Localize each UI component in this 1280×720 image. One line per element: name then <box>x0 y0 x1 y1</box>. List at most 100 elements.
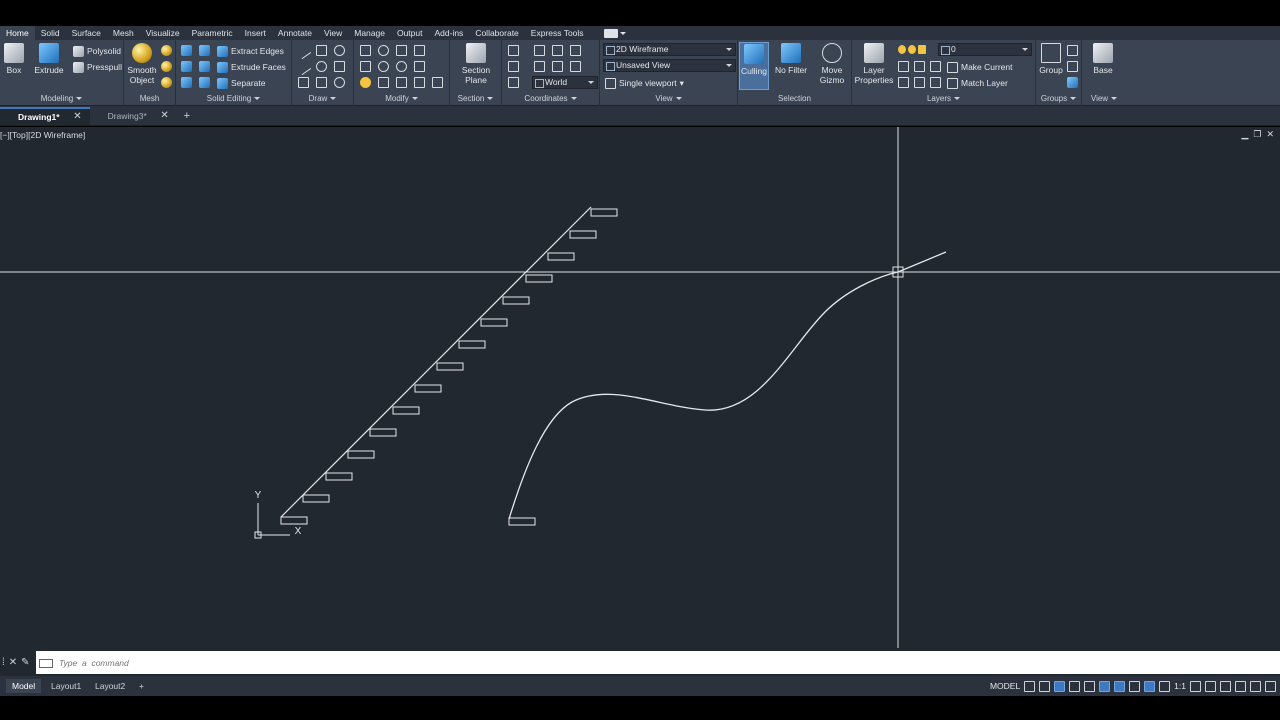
panel-label-view-base[interactable]: View <box>1082 94 1126 104</box>
polygon-icon[interactable] <box>298 77 309 88</box>
lineweight-icon[interactable] <box>1129 680 1141 692</box>
tab-output[interactable]: Output <box>391 26 429 40</box>
auto-scale-icon[interactable] <box>1159 680 1171 692</box>
rotate-icon[interactable] <box>396 61 407 72</box>
layer-isolate-icon[interactable] <box>914 61 925 72</box>
layout-tab-layout1[interactable]: Layout1 <box>45 679 87 693</box>
drawing-canvas[interactable]: Y X <box>0 127 1280 648</box>
spline-curve[interactable] <box>508 251 947 520</box>
close-icon[interactable]: ✕ <box>160 107 168 125</box>
box-button[interactable]: Box <box>3 43 25 75</box>
tab-home[interactable]: Home <box>0 26 35 40</box>
layer-lock2-icon[interactable] <box>914 77 925 88</box>
offset-icon[interactable] <box>414 77 425 88</box>
layer-off-icon[interactable] <box>898 61 909 72</box>
command-prompt-icon[interactable] <box>39 659 53 668</box>
group-edit-icon[interactable] <box>1067 61 1078 72</box>
move-gizmo-button[interactable]: Move Gizmo <box>816 43 848 85</box>
model-space-button[interactable]: MODEL <box>990 681 1020 691</box>
panel-label-groups[interactable]: Groups <box>1036 94 1081 104</box>
layer-unisolate-icon[interactable] <box>898 77 909 88</box>
polysolid-button[interactable]: Polysolid <box>73 44 121 58</box>
make-current-button[interactable]: Make Current <box>947 60 1013 74</box>
match-layer-button[interactable]: Match Layer <box>947 76 1008 90</box>
tab-insert[interactable]: Insert <box>239 26 272 40</box>
ucs-dropdown[interactable]: World <box>532 76 598 89</box>
mesh-refine-icon[interactable] <box>161 77 172 88</box>
align-icon[interactable] <box>414 45 425 56</box>
layer-on-icon[interactable] <box>898 45 906 54</box>
ucs-origin-icon[interactable] <box>534 45 545 56</box>
tab-surface[interactable]: Surface <box>66 26 107 40</box>
tab-annotate[interactable]: Annotate <box>272 26 318 40</box>
tab-mesh[interactable]: Mesh <box>107 26 140 40</box>
stair-step-rect[interactable] <box>369 428 397 437</box>
minimize-icon[interactable]: ▁ <box>1241 129 1248 140</box>
stair-step-rect[interactable] <box>302 494 330 503</box>
layer-thaw-icon[interactable] <box>908 45 916 54</box>
tab-parametric[interactable]: Parametric <box>186 26 239 40</box>
layer-lock-icon[interactable] <box>918 45 926 54</box>
snap-icon[interactable] <box>1039 680 1051 692</box>
panel-label-mesh[interactable]: Mesh <box>124 94 175 104</box>
doc-tab-drawing1[interactable]: Drawing1* ✕ <box>0 107 90 125</box>
scale-icon[interactable] <box>414 61 425 72</box>
stair-rail-line[interactable] <box>280 206 592 518</box>
layout-tab-layout2[interactable]: Layout2 <box>89 679 131 693</box>
drawing-viewport[interactable]: Y X [−][Top][2D Wireframe] ▁ ❐ ✕ <box>0 127 1280 648</box>
polar-icon[interactable] <box>1069 680 1081 692</box>
separate-button[interactable]: Separate <box>217 76 266 90</box>
annotation-monitor-plus-icon[interactable] <box>1205 680 1216 692</box>
grip-icon[interactable]: ⁞ <box>2 657 5 668</box>
stair-step-rect[interactable] <box>525 274 553 283</box>
fullscreen-icon[interactable] <box>1250 680 1261 692</box>
ribbon-minimize-icon[interactable] <box>603 28 626 38</box>
no-filter-button[interactable]: No Filter <box>774 43 808 75</box>
new-tab-plus-icon[interactable]: + <box>177 107 197 125</box>
trim-icon[interactable] <box>378 77 389 88</box>
tab-manage[interactable]: Manage <box>348 26 391 40</box>
polyline-icon[interactable] <box>316 45 327 56</box>
stair-step-rect[interactable] <box>590 208 618 217</box>
line-icon[interactable] <box>295 43 312 60</box>
presspull-button[interactable]: Presspull <box>73 60 122 74</box>
erase-icon[interactable] <box>360 77 371 88</box>
annotation-scale-dropdown[interactable]: 1:1 <box>1174 681 1186 691</box>
object-snap-tracking-icon[interactable] <box>1099 680 1111 692</box>
circle-icon[interactable] <box>316 61 327 72</box>
panel-label-layers[interactable]: Layers <box>852 94 1035 104</box>
panel-label-modeling[interactable]: Modeling <box>0 94 123 104</box>
culling-button[interactable]: Culling <box>739 42 769 90</box>
close-icon[interactable]: ✕ <box>9 657 17 668</box>
panel-label-section[interactable]: Section <box>450 94 501 104</box>
stair-step-rect[interactable] <box>458 340 486 349</box>
array-icon[interactable] <box>378 61 389 72</box>
doc-tab-drawing3[interactable]: Drawing3* ✕ <box>90 107 177 125</box>
ucs-x-icon[interactable] <box>570 45 581 56</box>
extrude-faces-button[interactable]: Extrude Faces <box>217 60 286 74</box>
ellipse-icon[interactable] <box>334 77 345 88</box>
tab-solid[interactable]: Solid <box>35 26 66 40</box>
extrude-button[interactable]: Extrude <box>32 43 66 75</box>
ungroup-icon[interactable] <box>1067 45 1078 56</box>
stair-step-rect[interactable] <box>436 362 464 371</box>
layer-unlock-icon[interactable] <box>930 77 941 88</box>
copy-icon[interactable] <box>396 77 407 88</box>
customize-wrench-icon[interactable]: ✎ <box>21 657 29 668</box>
viewport-controls-label[interactable]: [−][Top][2D Wireframe] <box>0 130 85 140</box>
close-icon[interactable]: ✕ <box>73 109 81 125</box>
hatch-icon[interactable] <box>334 61 345 72</box>
stair-step-rect[interactable] <box>392 406 420 415</box>
move-3d-icon[interactable] <box>396 45 407 56</box>
ucs-icon[interactable] <box>508 45 519 56</box>
layer-properties-button[interactable]: Layer Properties <box>854 43 894 85</box>
panel-label-coordinates[interactable]: Coordinates <box>502 94 599 104</box>
stair-step-rect[interactable] <box>325 472 353 481</box>
annotation-visibility-icon[interactable] <box>1144 680 1156 692</box>
isodraft-icon[interactable] <box>1084 680 1096 692</box>
extract-edges-button[interactable]: Extract Edges <box>217 44 284 58</box>
ucs-y-icon[interactable] <box>570 61 581 72</box>
tab-express-tools[interactable]: Express Tools <box>525 26 590 40</box>
stair-step-rect[interactable] <box>569 230 597 239</box>
layer-dropdown[interactable]: 0 <box>938 43 1032 56</box>
